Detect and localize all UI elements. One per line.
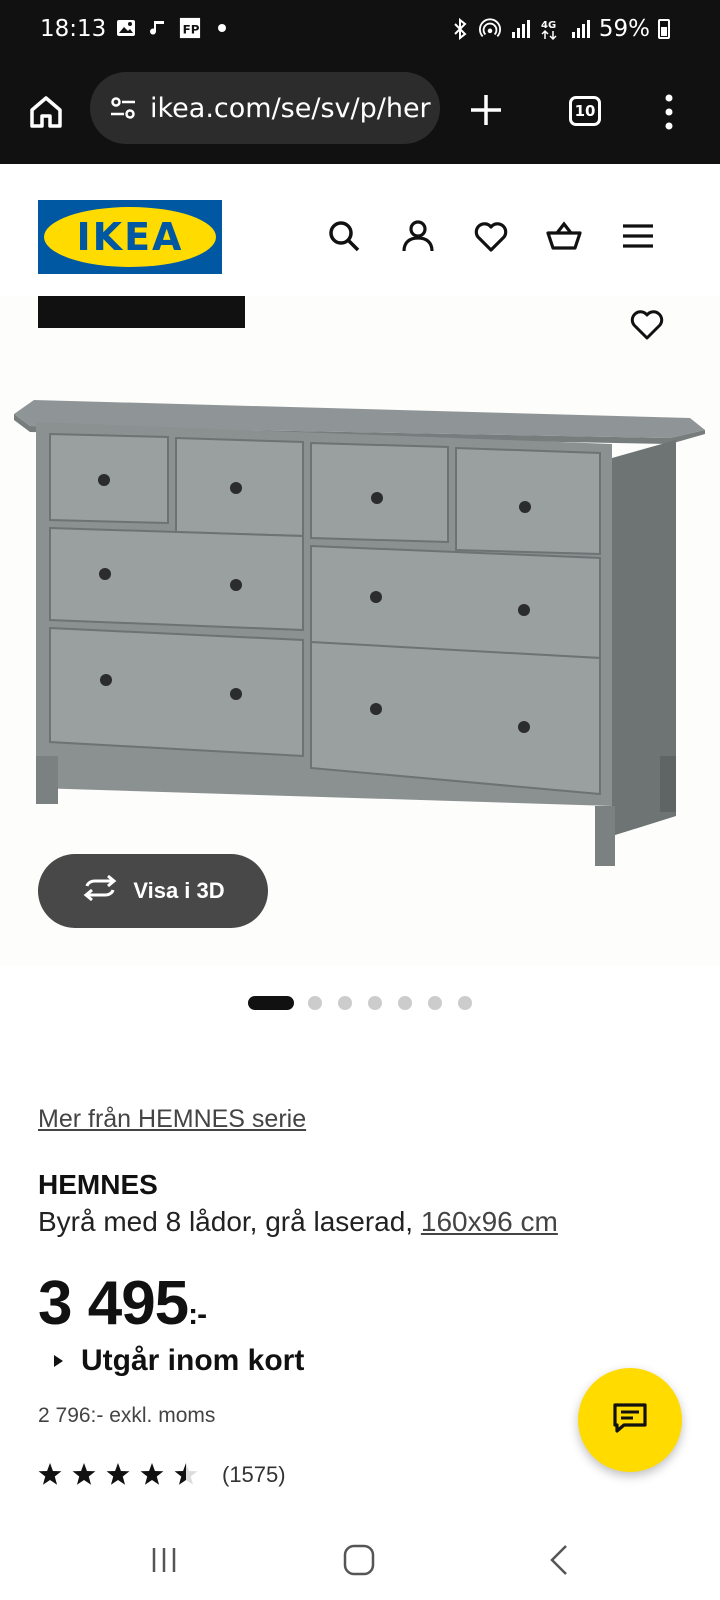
gallery-dot[interactable]	[428, 996, 442, 1010]
browser-toolbar: ikea.com/se/sv/p/her 10	[0, 60, 720, 164]
rating-star	[106, 1463, 130, 1485]
gallery-pagination	[0, 996, 720, 1010]
hotspot-icon	[478, 18, 501, 40]
url-text[interactable]: ikea.com/se/sv/p/her	[150, 93, 431, 124]
address-bar[interactable]: ikea.com/se/sv/p/her	[90, 72, 440, 144]
rating-star	[140, 1463, 164, 1485]
search-icon[interactable]	[324, 216, 364, 256]
site-settings-icon[interactable]	[108, 93, 138, 123]
rating-star	[174, 1463, 198, 1485]
svg-text:4G: 4G	[541, 20, 556, 31]
product-rating[interactable]: (1575)	[38, 1462, 286, 1488]
account-icon[interactable]	[398, 216, 438, 256]
rating-count: (1575)	[222, 1462, 286, 1487]
4g-icon: 4G	[539, 18, 561, 41]
product-name: HEMNES	[38, 1169, 158, 1200]
back-icon[interactable]	[540, 1540, 580, 1580]
more-notifications-dot-icon	[211, 17, 233, 39]
gallery-dot[interactable]	[248, 996, 294, 1010]
status-bar: 18:13 FP 4G 59%	[0, 0, 720, 60]
chat-button[interactable]	[578, 1368, 682, 1472]
product-description-text: Byrå med 8 lådor, grå laserad,	[38, 1206, 414, 1237]
gallery-dot[interactable]	[458, 996, 472, 1010]
signal-icon-2	[569, 18, 591, 40]
tab-switcher-button[interactable]: 10	[569, 96, 601, 126]
price-value: 3 495	[38, 1269, 189, 1338]
availability-toggle[interactable]: Utgår inom kort	[54, 1344, 304, 1378]
rating-star	[72, 1463, 96, 1485]
gallery-notification-icon	[115, 17, 137, 39]
rotate-3d-icon	[81, 874, 119, 908]
system-status-icons: 4G 59%	[449, 16, 670, 42]
expand-triangle-icon	[54, 1355, 63, 1367]
basket-icon[interactable]	[544, 216, 584, 256]
home-icon[interactable]	[26, 92, 66, 132]
product-image-gallery[interactable]: Visa i 3D	[0, 296, 720, 966]
product-size-link[interactable]: 160x96 cm	[421, 1206, 558, 1237]
signal-icon	[509, 18, 531, 40]
gallery-dot[interactable]	[338, 996, 352, 1010]
browser-menu-icon[interactable]	[664, 92, 674, 132]
battery-percent: 59%	[598, 16, 650, 42]
view-in-3d-button[interactable]: Visa i 3D	[38, 854, 268, 928]
rating-stars-icon	[38, 1463, 198, 1485]
home-nav-icon[interactable]	[339, 1540, 379, 1580]
bluetooth-icon	[449, 18, 471, 40]
price-suffix: :-	[188, 1298, 207, 1331]
new-tab-icon[interactable]	[466, 90, 506, 130]
svg-text:FP: FP	[183, 23, 200, 37]
rating-star	[38, 1463, 62, 1485]
system-navigation-bar	[0, 1520, 720, 1600]
gallery-dot[interactable]	[308, 996, 322, 1010]
status-time: 18:13	[40, 16, 107, 42]
wishlist-heart-icon[interactable]	[471, 216, 511, 256]
battery-icon	[658, 19, 670, 39]
product-image-dresser	[14, 400, 705, 866]
gallery-dot[interactable]	[368, 996, 382, 1010]
app-notification-icon: FP	[179, 17, 201, 39]
site-header: IKEA	[0, 164, 720, 294]
menu-icon[interactable]	[618, 216, 658, 256]
view-in-3d-label: Visa i 3D	[133, 878, 225, 903]
series-link[interactable]: Mer från HEMNES serie	[38, 1105, 306, 1134]
price-excl-vat: 2 796:- exkl. moms	[38, 1404, 216, 1427]
music-notification-icon	[147, 17, 169, 39]
product-badge	[38, 296, 245, 328]
product-price: 3 495:-	[38, 1268, 207, 1339]
recent-apps-icon[interactable]	[144, 1540, 184, 1580]
notification-icons: FP	[115, 17, 233, 39]
chat-icon	[610, 1398, 650, 1443]
svg-text:IKEA: IKEA	[77, 215, 184, 259]
gallery-dot[interactable]	[398, 996, 412, 1010]
availability-text: Utgår inom kort	[81, 1344, 305, 1377]
product-description: Byrå med 8 lådor, grå laserad, 160x96 cm	[38, 1206, 558, 1238]
ikea-logo[interactable]: IKEA	[38, 200, 222, 274]
